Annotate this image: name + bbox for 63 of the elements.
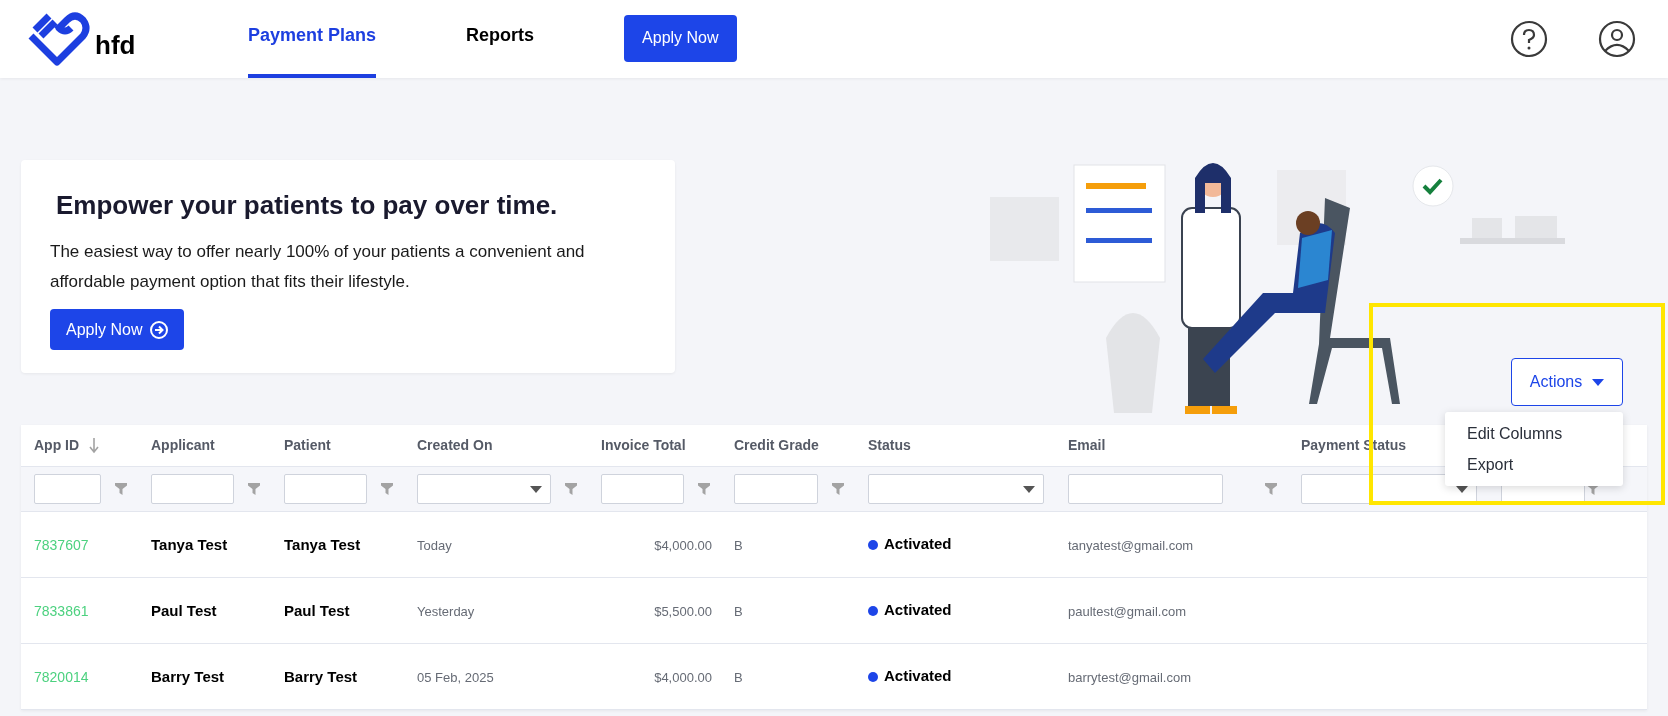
hero-title: Empower your patients to pay over time. bbox=[56, 189, 559, 222]
column-header[interactable]: Email bbox=[1068, 435, 1106, 456]
status-text: Activated bbox=[884, 600, 952, 621]
user-icon[interactable] bbox=[1598, 20, 1636, 58]
arrow-circle-icon bbox=[150, 320, 169, 339]
column-header[interactable]: Status bbox=[868, 435, 911, 456]
table-cell: Today bbox=[417, 537, 452, 553]
column-header[interactable]: Credit Grade bbox=[734, 435, 819, 456]
filter-input[interactable] bbox=[34, 474, 101, 504]
filter-icon[interactable] bbox=[565, 483, 577, 495]
filter-input[interactable] bbox=[601, 474, 684, 504]
filter-icon[interactable] bbox=[698, 483, 710, 495]
table-cell: Yesterday bbox=[417, 603, 475, 619]
table-cell: paultest@gmail.com bbox=[1068, 603, 1186, 619]
sort-down-icon[interactable] bbox=[89, 437, 100, 454]
filter-icon[interactable] bbox=[115, 483, 127, 495]
filter-input[interactable] bbox=[151, 474, 234, 504]
logo-icon bbox=[27, 10, 91, 68]
table-cell: B bbox=[734, 537, 743, 553]
table-cell: $4,000.00 bbox=[654, 537, 712, 553]
nav-tab[interactable]: Payment Plans bbox=[248, 0, 377, 78]
caret-icon bbox=[1592, 378, 1605, 386]
filter-icon[interactable] bbox=[1587, 483, 1599, 495]
table-cell: B bbox=[734, 669, 743, 685]
brand-name: hfd bbox=[95, 28, 136, 62]
column-header[interactable]: Patient bbox=[284, 435, 331, 456]
caret-icon bbox=[530, 485, 542, 493]
table-cell: B bbox=[734, 603, 743, 619]
table-cell: Barry Test bbox=[284, 667, 358, 685]
apply-now-button[interactable]: Apply Now bbox=[50, 309, 185, 350]
status-text: Activated bbox=[884, 534, 952, 555]
filter-input[interactable] bbox=[734, 474, 818, 504]
filter-icon[interactable] bbox=[832, 483, 844, 495]
table-cell: tanyatest@gmail.com bbox=[1068, 537, 1194, 553]
nav-tab[interactable]: Reports bbox=[466, 0, 535, 78]
column-header[interactable]: Invoice Total bbox=[601, 435, 686, 456]
table-cell: Tanya Test bbox=[284, 535, 361, 553]
filter-input[interactable] bbox=[1068, 474, 1223, 504]
menu-item[interactable]: Export bbox=[1445, 449, 1623, 480]
table-cell: barrytest@gmail.com bbox=[1068, 669, 1191, 685]
filter-icon[interactable] bbox=[248, 483, 260, 495]
apply-now-button[interactable]: Apply Now bbox=[624, 14, 737, 62]
filter-icon[interactable] bbox=[381, 483, 393, 495]
filter-input[interactable] bbox=[284, 474, 367, 504]
column-header[interactable]: Created On bbox=[417, 435, 493, 456]
status-text: Activated bbox=[884, 666, 952, 687]
column-header[interactable]: App ID bbox=[34, 435, 80, 456]
filter-icon[interactable] bbox=[1265, 483, 1277, 495]
column-header[interactable]: Applicant bbox=[151, 435, 215, 456]
table-cell: Paul Test bbox=[284, 601, 350, 619]
table-cell: Barry Test bbox=[151, 667, 225, 685]
menu-item[interactable]: Edit Columns bbox=[1445, 418, 1623, 449]
caret-icon bbox=[1023, 485, 1035, 493]
filter-select[interactable] bbox=[417, 474, 551, 504]
table-cell: $4,000.00 bbox=[654, 669, 712, 685]
table-cell: 05 Feb, 2025 bbox=[417, 669, 494, 685]
hero-text: The easiest way to offer nearly 100% of your patients a convenient and affordable payment option that fits their lifestyle. bbox=[50, 241, 586, 293]
table-cell: $5,500.00 bbox=[654, 603, 712, 619]
table-cell: Tanya Test bbox=[151, 535, 228, 553]
actions-button[interactable]: Actions bbox=[1511, 358, 1623, 406]
table-cell: Paul Test bbox=[151, 601, 217, 619]
help-icon[interactable] bbox=[1510, 20, 1548, 58]
filter-select[interactable] bbox=[868, 474, 1044, 504]
